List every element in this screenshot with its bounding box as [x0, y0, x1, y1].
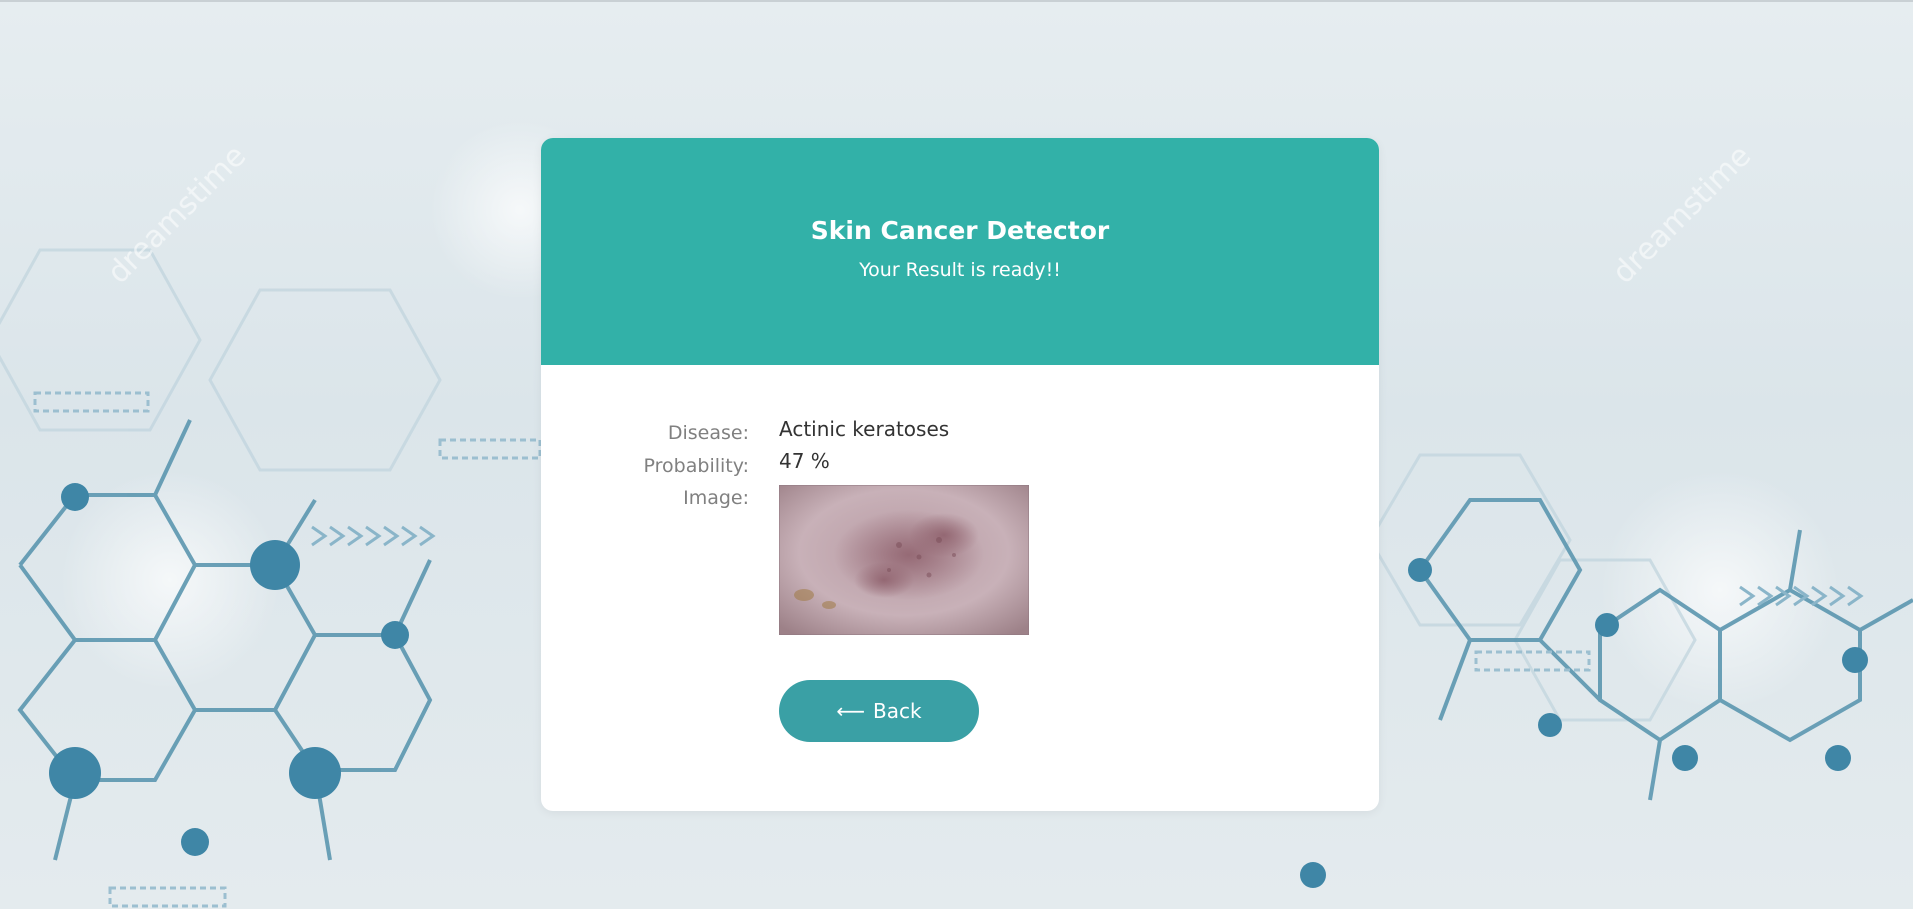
arrow-left-icon: ⟵ [836, 699, 866, 723]
card-header: Skin Cancer Detector Your Result is read… [541, 138, 1379, 365]
back-button[interactable]: ⟵ Back [779, 680, 979, 742]
result-card: Skin Cancer Detector Your Result is read… [541, 138, 1379, 811]
back-button-label: Back [873, 699, 922, 723]
page-subtitle: Your Result is ready!! [859, 259, 1061, 281]
probability-label: Probability: [643, 455, 749, 477]
probability-value: 47 % [779, 449, 830, 473]
page-title: Skin Cancer Detector [810, 216, 1110, 245]
lesion-image [779, 485, 1029, 635]
watermark-right: dreamstime [1606, 138, 1758, 290]
watermark-left: dreamstime [101, 138, 253, 290]
disease-value: Actinic keratoses [779, 417, 950, 441]
image-label: Image: [683, 487, 749, 509]
disease-label: Disease: [667, 422, 749, 444]
